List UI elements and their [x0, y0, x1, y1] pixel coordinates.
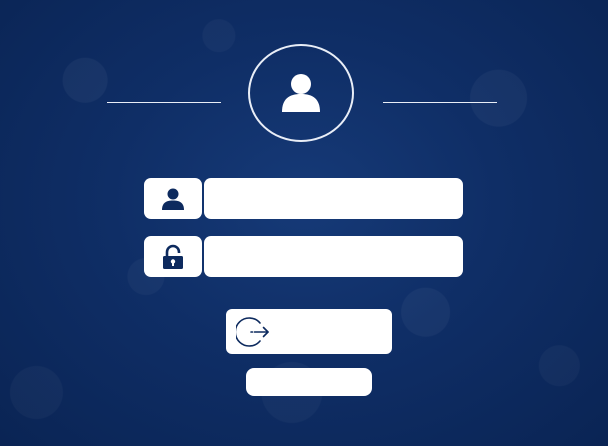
divider-right — [383, 102, 497, 103]
secondary-button[interactable] — [246, 368, 372, 396]
sign-in-icon — [236, 316, 272, 348]
profile-avatar — [248, 44, 354, 142]
lock-icon — [162, 244, 184, 270]
user-icon — [282, 73, 320, 113]
username-input[interactable] — [204, 178, 463, 219]
user-icon — [161, 187, 185, 211]
divider-left — [107, 102, 221, 103]
password-input[interactable] — [204, 236, 463, 277]
password-icon-box — [144, 236, 202, 277]
username-icon-box — [144, 178, 202, 219]
login-button[interactable] — [226, 309, 392, 354]
